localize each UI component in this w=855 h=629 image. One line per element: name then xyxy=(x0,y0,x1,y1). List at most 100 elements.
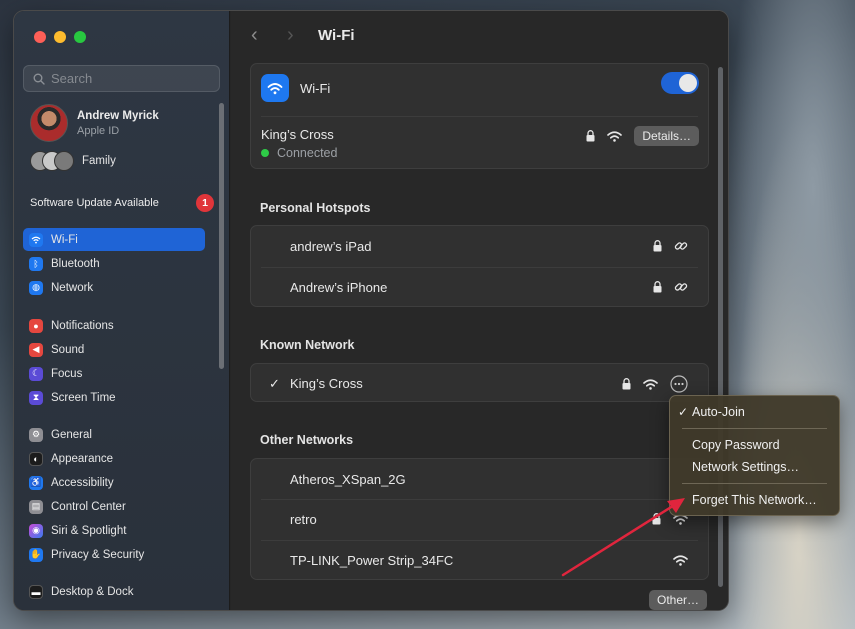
speaker-icon: ◀ xyxy=(29,342,43,357)
zoom-button[interactable] xyxy=(74,31,86,43)
sidebar-item-label: Desktop & Dock xyxy=(51,585,134,598)
menu-separator xyxy=(682,428,827,429)
gear-icon: ⚙ xyxy=(29,427,43,442)
system-settings-window: Andrew Myrick Apple ID Family Software U… xyxy=(13,10,729,611)
section-title-hotspots: Personal Hotspots xyxy=(260,201,371,215)
sidebar-item-privacy-security[interactable]: ✋ Privacy & Security xyxy=(23,543,205,566)
update-count-badge: 1 xyxy=(196,194,214,212)
wifi-signal-icon xyxy=(643,378,658,390)
wifi-icon xyxy=(261,74,289,102)
sidebar-group-notifications: ● Notifications ◀ Sound ☾ Focus ⧗ Screen… xyxy=(23,314,205,410)
family-label: Family xyxy=(82,155,116,167)
checkmark-icon: ✓ xyxy=(269,375,280,391)
software-update-label: Software Update Available xyxy=(30,197,159,209)
wifi-status-card: Wi-Fi King’s Cross Connected Details… xyxy=(250,63,709,169)
sidebar-item-label: Screen Time xyxy=(51,391,116,404)
sidebar-item-siri-spotlight[interactable]: ◉ Siri & Spotlight xyxy=(23,519,205,542)
sidebar-item-bluetooth[interactable]: ᛒ Bluetooth xyxy=(23,252,205,275)
details-button[interactable]: Details… xyxy=(634,126,699,146)
siri-icon: ◉ xyxy=(29,523,43,538)
more-options-icon[interactable] xyxy=(670,375,688,393)
wifi-toggle[interactable] xyxy=(661,72,699,94)
accessibility-icon: ♿ xyxy=(29,475,43,490)
desktop-background xyxy=(715,0,855,629)
sidebar-item-network[interactable]: ◍ Network xyxy=(23,276,205,299)
toolbar: ‹ › Wi-Fi xyxy=(231,11,728,61)
hand-icon: ✋ xyxy=(29,547,43,562)
sidebar-item-control-center[interactable]: ▤ Control Center xyxy=(23,495,205,518)
family-avatar xyxy=(54,151,74,171)
sidebar-item-label: General xyxy=(51,428,92,441)
minimize-button[interactable] xyxy=(54,31,66,43)
sidebar-item-sound[interactable]: ◀ Sound xyxy=(23,338,205,361)
sidebar-item-accessibility[interactable]: ♿ Accessibility xyxy=(23,471,205,494)
wifi-toggle-row: Wi-Fi xyxy=(251,74,708,102)
hotspot-row[interactable]: andrew’s iPad xyxy=(251,226,708,267)
sidebar-item-general[interactable]: ⚙ General xyxy=(23,423,205,446)
sidebar-item-label: Notifications xyxy=(51,319,114,332)
page-title: Wi-Fi xyxy=(318,27,355,44)
menu-item-network-settings[interactable]: Network Settings… xyxy=(670,456,839,478)
wifi-icon xyxy=(29,232,43,247)
network-context-menu: ✓ Auto-Join Copy Password Network Settin… xyxy=(669,395,840,516)
back-chevron-icon[interactable]: ‹ xyxy=(251,24,258,47)
close-button[interactable] xyxy=(34,31,46,43)
sidebar-item-label: Appearance xyxy=(51,452,114,465)
known-network-icons xyxy=(622,375,688,393)
menu-item-auto-join[interactable]: ✓ Auto-Join xyxy=(670,401,839,423)
apple-id-profile[interactable]: Andrew Myrick Apple ID xyxy=(30,104,159,142)
menu-item-label: Copy Password xyxy=(692,438,780,452)
known-network-card: ✓ King’s Cross xyxy=(250,363,709,402)
hotspot-row[interactable]: Andrew’s iPhone xyxy=(251,267,708,308)
hourglass-icon: ⧗ xyxy=(29,390,43,405)
wifi-signal-icon xyxy=(673,555,688,566)
current-network-info: King’s Cross Connected xyxy=(261,127,337,160)
sidebar-item-notifications[interactable]: ● Notifications xyxy=(23,314,205,337)
sidebar-item-label: Network xyxy=(51,281,94,294)
menu-item-label: Auto-Join xyxy=(692,405,745,419)
sidebar-scrollbar[interactable] xyxy=(219,103,224,369)
forward-chevron-icon[interactable]: › xyxy=(287,24,294,47)
network-row[interactable]: Atheros_XSpan_2G xyxy=(251,459,708,499)
family-item[interactable]: Family xyxy=(30,151,116,171)
window-controls xyxy=(34,31,86,43)
sidebar-item-label: Wi-Fi xyxy=(51,233,78,246)
sidebar-item-label: Sound xyxy=(51,343,85,356)
sidebar-group-general: ⚙ General ◐ Appearance ♿ Accessibility ▤… xyxy=(23,423,205,567)
network-row[interactable]: TP-LINK_Power Strip_34FC xyxy=(251,540,708,581)
sidebar-item-label: Accessibility xyxy=(51,476,114,489)
divider xyxy=(261,116,698,117)
dock-icon: ▬ xyxy=(29,584,43,599)
sidebar-item-appearance[interactable]: ◐ Appearance xyxy=(23,447,205,470)
sidebar-group-network: Wi-Fi ᛒ Bluetooth ◍ Network xyxy=(23,228,205,300)
other-networks-card: Atheros_XSpan_2G retro TP-LINK_Power Str… xyxy=(250,458,709,580)
sidebar-item-screen-time[interactable]: ⧗ Screen Time xyxy=(23,386,205,409)
menu-item-copy-password[interactable]: Copy Password xyxy=(670,434,839,456)
menu-item-forget-network[interactable]: Forget This Network… xyxy=(670,489,839,511)
lock-icon xyxy=(653,281,662,293)
network-name: Atheros_XSpan_2G xyxy=(290,471,406,487)
network-row[interactable]: retro xyxy=(251,499,708,540)
sidebar-item-wifi[interactable]: Wi-Fi xyxy=(23,228,205,251)
checkmark-icon: ✓ xyxy=(678,405,689,419)
avatar xyxy=(30,104,68,142)
search-field[interactable] xyxy=(23,65,220,92)
bell-icon: ● xyxy=(29,318,43,333)
sidebar-item-focus[interactable]: ☾ Focus xyxy=(23,362,205,385)
main-pane: ‹ › Wi-Fi Wi-Fi King’s Cross Connected D… xyxy=(231,11,728,610)
bluetooth-icon: ᛒ xyxy=(29,256,43,271)
hotspot-icons xyxy=(653,239,688,253)
control-center-icon: ▤ xyxy=(29,499,43,514)
link-icon xyxy=(674,242,688,250)
network-name: TP-LINK_Power Strip_34FC xyxy=(290,553,454,568)
network-icons xyxy=(673,555,688,566)
moon-icon: ☾ xyxy=(29,366,43,381)
sidebar-item-desktop-dock[interactable]: ▬ Desktop & Dock xyxy=(23,580,205,603)
sidebar-item-label: Privacy & Security xyxy=(51,548,145,561)
sidebar-group-desktop: ▬ Desktop & Dock xyxy=(23,580,205,604)
software-update-item[interactable]: Software Update Available 1 xyxy=(30,194,214,212)
sidebar: Andrew Myrick Apple ID Family Software U… xyxy=(14,11,230,610)
search-input[interactable] xyxy=(51,71,201,86)
other-network-button[interactable]: Other… xyxy=(649,590,708,610)
sidebar-item-label: Siri & Spotlight xyxy=(51,524,127,537)
